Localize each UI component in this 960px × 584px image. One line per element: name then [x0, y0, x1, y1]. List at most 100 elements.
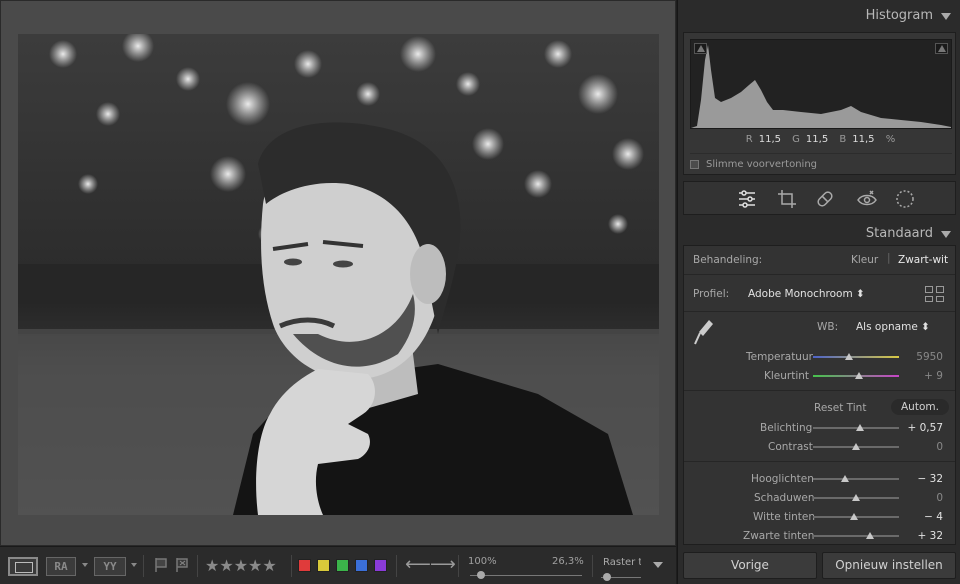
- collapse-triangle-icon[interactable]: [941, 231, 951, 238]
- highlights-value[interactable]: − 32: [918, 473, 944, 485]
- section-divider: [684, 311, 955, 312]
- color-label-yellow[interactable]: [317, 559, 330, 572]
- toolbar-divider: [458, 555, 459, 577]
- section-divider: [684, 274, 955, 275]
- zoom-min-label: 100%: [468, 556, 497, 567]
- section-divider: [684, 390, 955, 391]
- blacks-slider-thumb[interactable]: [865, 532, 874, 539]
- profile-select[interactable]: Adobe Monochroom ⬍: [748, 288, 865, 300]
- basic-title: Standaard: [865, 226, 933, 241]
- loupe-view-button[interactable]: [8, 557, 38, 576]
- previous-photo-arrow-icon[interactable]: ⟵: [405, 555, 431, 575]
- whites-value[interactable]: − 4: [924, 511, 943, 523]
- r-value: 11,5: [758, 134, 781, 145]
- tint-label: Kleurtint: [764, 370, 810, 382]
- tool-strip: [683, 181, 956, 215]
- survey-view-button[interactable]: YY: [94, 557, 126, 576]
- blacks-label: Zwarte tinten: [743, 530, 815, 542]
- percent-label: %: [885, 134, 896, 145]
- photo-preview[interactable]: [18, 34, 659, 515]
- histogram-panel: R 11,5 G 11,5 B 11,5 % Slimme voorvertoning: [683, 32, 956, 175]
- shadow-clipping-icon[interactable]: [694, 43, 707, 54]
- star-rating[interactable]: ★★★★★: [205, 557, 277, 575]
- whites-slider-thumb[interactable]: [850, 513, 859, 520]
- highlights-slider-track[interactable]: [813, 478, 899, 480]
- survey-caret-icon[interactable]: [131, 563, 137, 567]
- temp-value[interactable]: 5950: [916, 351, 943, 363]
- color-label-green[interactable]: [336, 559, 349, 572]
- color-label-red[interactable]: [298, 559, 311, 572]
- flag-reject-icon[interactable]: [176, 558, 188, 572]
- color-labels: [298, 559, 387, 572]
- basic-header[interactable]: Standaard: [678, 218, 960, 248]
- compare-view-button[interactable]: RA: [46, 557, 76, 576]
- shadows-value[interactable]: 0: [936, 492, 943, 504]
- r-label: R: [745, 134, 753, 145]
- treatment-color-option[interactable]: Kleur: [851, 254, 878, 266]
- image-preview-area: [0, 0, 676, 546]
- raster-slider-thumb[interactable]: [603, 573, 611, 581]
- exposure-value[interactable]: + 0,57: [907, 422, 943, 434]
- eyedropper-icon[interactable]: [693, 318, 715, 348]
- shadows-label: Schaduwen: [754, 492, 815, 504]
- smart-preview-row[interactable]: Slimme voorvertoning: [690, 153, 952, 171]
- exposure-label: Belichting: [760, 422, 813, 434]
- histogram-header[interactable]: Histogram: [678, 0, 960, 30]
- collapse-triangle-icon[interactable]: [941, 13, 951, 20]
- zoom-current-label: 26,3%: [552, 556, 584, 567]
- profile-browser-icon[interactable]: [925, 286, 945, 302]
- toolbar-divider: [291, 555, 292, 577]
- tint-value[interactable]: + 9: [924, 370, 943, 382]
- blacks-value[interactable]: + 32: [918, 530, 944, 542]
- toolbar-menu-caret-icon[interactable]: [653, 562, 663, 568]
- contrast-label: Contrast: [768, 441, 813, 453]
- redeye-icon[interactable]: [856, 188, 878, 210]
- profile-label: Profiel:: [693, 288, 730, 300]
- g-value: 11,5: [805, 134, 829, 145]
- compare-caret-icon[interactable]: [82, 563, 88, 567]
- zoom-slider-track[interactable]: [470, 575, 582, 576]
- rgb-readout: R 11,5 G 11,5 B 11,5 %: [684, 134, 957, 145]
- wb-label: WB:: [817, 321, 839, 333]
- raster-label: Raster t: [603, 557, 641, 568]
- sliders-icon[interactable]: [736, 188, 758, 210]
- b-label: B: [839, 134, 847, 145]
- histogram-graph[interactable]: [690, 39, 952, 129]
- photo-image: [18, 34, 659, 515]
- toolbar-divider: [143, 555, 144, 577]
- highlight-clipping-icon[interactable]: [935, 43, 948, 54]
- temp-slider-thumb[interactable]: [845, 353, 854, 360]
- highlights-label: Hooglichten: [751, 473, 814, 485]
- toolbar-divider: [396, 555, 397, 577]
- next-photo-arrow-icon[interactable]: ⟶: [430, 555, 456, 575]
- treatment-label: Behandeling:: [693, 254, 763, 266]
- shadows-slider-thumb[interactable]: [852, 494, 860, 501]
- mask-icon[interactable]: [894, 188, 916, 210]
- wb-select[interactable]: Als opname ⬍: [856, 321, 930, 333]
- blacks-slider-track[interactable]: [813, 535, 899, 537]
- reset-tint-link[interactable]: Reset Tint: [814, 402, 866, 414]
- previous-settings-button[interactable]: Vorige: [683, 552, 817, 579]
- section-divider: [684, 461, 955, 462]
- crop-icon[interactable]: [776, 188, 798, 210]
- smart-preview-checkbox[interactable]: [690, 159, 699, 169]
- contrast-value[interactable]: 0: [936, 441, 943, 453]
- contrast-slider-thumb[interactable]: [852, 443, 860, 450]
- highlights-slider-thumb[interactable]: [840, 475, 849, 482]
- g-label: G: [792, 134, 800, 145]
- reset-button[interactable]: Opnieuw instellen: [822, 552, 956, 579]
- histogram-title: Histogram: [865, 8, 933, 23]
- treatment-divider: |: [887, 252, 891, 264]
- histogram-curve: [691, 45, 951, 128]
- treatment-bw-option[interactable]: Zwart-wit: [898, 254, 948, 266]
- temp-label: Temperatuur: [746, 351, 813, 363]
- auto-button[interactable]: Autom.: [891, 399, 949, 415]
- temp-slider-track[interactable]: [813, 356, 899, 358]
- flag-pick-icon[interactable]: [155, 558, 167, 572]
- tint-slider-thumb[interactable]: [854, 372, 863, 379]
- healing-icon[interactable]: [814, 188, 836, 210]
- exposure-slider-thumb[interactable]: [856, 424, 865, 431]
- color-label-purple[interactable]: [374, 559, 387, 572]
- toolbar-divider: [197, 555, 198, 577]
- color-label-blue[interactable]: [355, 559, 368, 572]
